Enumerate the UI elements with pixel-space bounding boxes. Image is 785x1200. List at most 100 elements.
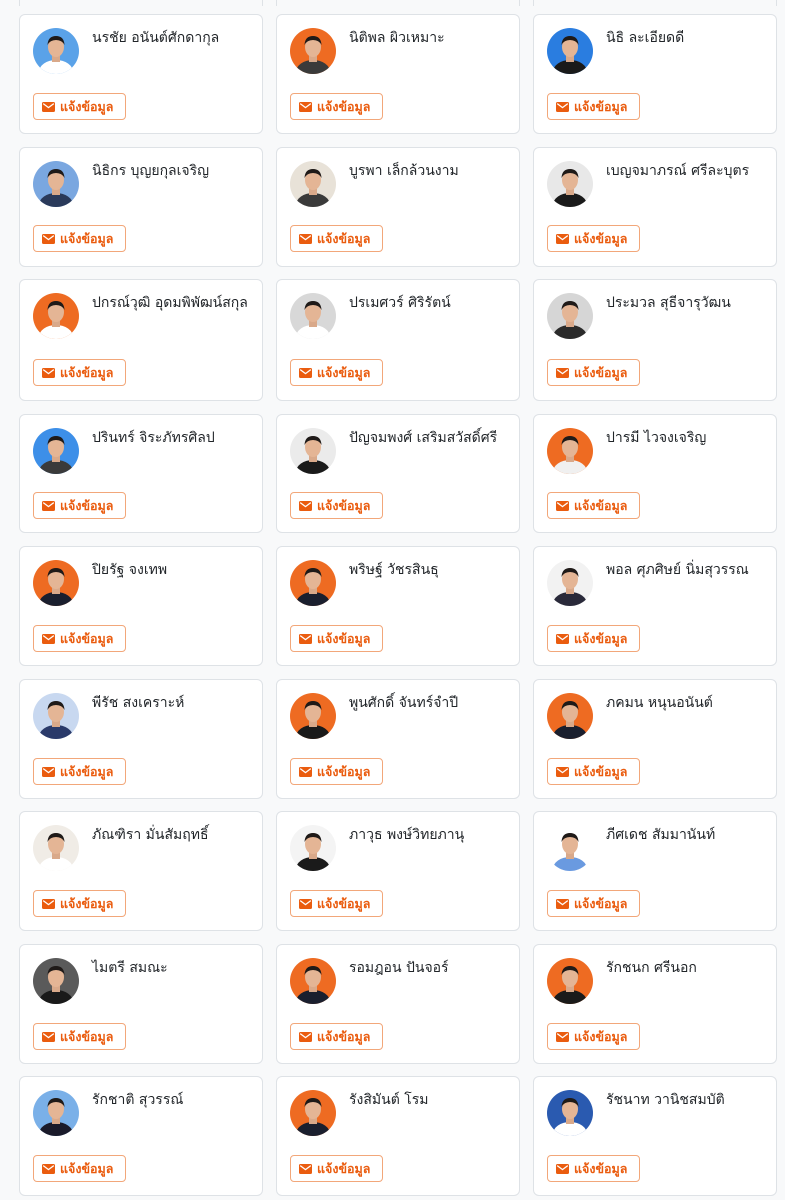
report-info-button[interactable]: แจ้งข้อมูล <box>33 93 127 120</box>
avatar[interactable] <box>33 693 79 739</box>
mail-icon <box>556 500 569 511</box>
member-name[interactable]: พีรัช สงเคราะห์ <box>92 693 254 714</box>
avatar[interactable] <box>547 825 593 871</box>
member-name[interactable]: พูนศักดิ์ จันทร์จำปี <box>349 693 511 714</box>
report-info-button[interactable]: แจ้งข้อมูล <box>547 625 641 652</box>
avatar[interactable] <box>290 958 336 1004</box>
avatar-icon <box>290 161 336 207</box>
avatar[interactable] <box>33 825 79 871</box>
report-info-button[interactable]: แจ้งข้อมูล <box>547 758 641 785</box>
report-info-button[interactable]: แจ้งข้อมูล <box>290 1155 384 1182</box>
avatar[interactable] <box>547 1090 593 1136</box>
avatar[interactable] <box>290 161 336 207</box>
member-name[interactable]: ปกรณ์วุฒิ อุดมพิพัฒน์สกุล <box>92 293 254 314</box>
report-info-button[interactable]: แจ้งข้อมูล <box>33 1155 127 1182</box>
avatar[interactable] <box>290 293 336 339</box>
report-info-button[interactable]: แจ้งข้อมูล <box>547 1155 641 1182</box>
report-info-button[interactable]: แจ้งข้อมูล <box>290 1023 384 1050</box>
report-info-label: แจ้งข้อมูล <box>317 630 371 646</box>
report-info-button[interactable]: แจ้งข้อมูล <box>290 758 384 785</box>
member-name[interactable]: รอมฎอน ปันจอร์ <box>349 958 511 979</box>
report-info-button[interactable]: แจ้งข้อมูล <box>33 492 127 519</box>
member-card: รักชาติ สุวรรณ์ แจ้งข้อมูล <box>19 1076 263 1196</box>
member-name[interactable]: นรชัย อนันต์ศักดากุล <box>92 28 254 49</box>
report-info-button[interactable]: แจ้งข้อมูล <box>33 890 127 917</box>
member-name[interactable]: ปัญจมพงศ์ เสริมสวัสดิ์ศรี <box>349 428 511 449</box>
avatar[interactable] <box>547 693 593 739</box>
member-name[interactable]: ภัณฑิรา มั่นสัมฤทธิ์ <box>92 825 254 846</box>
avatar[interactable] <box>290 28 336 74</box>
member-name[interactable]: ภีศเดช สัมมานันท์ <box>606 825 768 846</box>
mail-icon <box>556 1031 569 1042</box>
card-edge <box>276 0 520 6</box>
avatar[interactable] <box>33 161 79 207</box>
member-name[interactable]: นิติพล ผิวเหมาะ <box>349 28 511 49</box>
report-info-button[interactable]: แจ้งข้อมูล <box>547 492 641 519</box>
member-name[interactable]: ไมตรี สมณะ <box>92 958 254 979</box>
avatar[interactable] <box>33 293 79 339</box>
avatar[interactable] <box>290 693 336 739</box>
member-card: ภาวุธ พงษ์วิทยภานุ แจ้งข้อมูล <box>276 811 520 931</box>
avatar[interactable] <box>547 560 593 606</box>
member-name[interactable]: ปิยรัฐ จงเทพ <box>92 560 254 581</box>
member-card: เบญจมาภรณ์ ศรีละบุตร แจ้งข้อมูล <box>533 147 777 267</box>
avatar[interactable] <box>290 428 336 474</box>
report-info-button[interactable]: แจ้งข้อมูล <box>290 625 384 652</box>
member-name[interactable]: พอล ศุภศิษย์ นิ่มสุวรรณ <box>606 560 768 581</box>
member-name[interactable]: รังสิมันต์ โรม <box>349 1090 511 1111</box>
avatar[interactable] <box>290 1090 336 1136</box>
avatar[interactable] <box>547 428 593 474</box>
report-info-button[interactable]: แจ้งข้อมูล <box>33 758 127 785</box>
report-info-button[interactable]: แจ้งข้อมูล <box>547 1023 641 1050</box>
report-info-button[interactable]: แจ้งข้อมูล <box>290 492 384 519</box>
report-info-button[interactable]: แจ้งข้อมูล <box>33 1023 127 1050</box>
member-name[interactable]: นิธิกร บุญยกุลเจริญ <box>92 161 254 182</box>
member-name[interactable]: รักชาติ สุวรรณ์ <box>92 1090 254 1111</box>
member-card: พีรัช สงเคราะห์ แจ้งข้อมูล <box>19 679 263 799</box>
avatar[interactable] <box>33 428 79 474</box>
report-info-label: แจ้งข้อมูล <box>574 230 628 246</box>
avatar[interactable] <box>290 825 336 871</box>
report-info-button[interactable]: แจ้งข้อมูล <box>290 359 384 386</box>
member-card: ภีศเดช สัมมานันท์ แจ้งข้อมูล <box>533 811 777 931</box>
member-name[interactable]: ปรเมศวร์ ศิริรัตน์ <box>349 293 511 314</box>
member-name[interactable]: ภคมน หนุนอนันต์ <box>606 693 768 714</box>
report-info-label: แจ้งข้อมูล <box>574 497 628 513</box>
report-info-button[interactable]: แจ้งข้อมูล <box>547 359 641 386</box>
report-info-button[interactable]: แจ้งข้อมูล <box>290 890 384 917</box>
report-info-button[interactable]: แจ้งข้อมูล <box>33 625 127 652</box>
report-info-label: แจ้งข้อมูล <box>60 497 114 513</box>
avatar[interactable] <box>547 161 593 207</box>
avatar[interactable] <box>547 293 593 339</box>
avatar[interactable] <box>33 958 79 1004</box>
member-card: รัชนาท วานิชสมบัติ แจ้งข้อมูล <box>533 1076 777 1196</box>
member-name[interactable]: ภาวุธ พงษ์วิทยภานุ <box>349 825 511 846</box>
member-name[interactable]: รัชนาท วานิชสมบัติ <box>606 1090 768 1111</box>
avatar[interactable] <box>547 958 593 1004</box>
member-card: ภัณฑิรา มั่นสัมฤทธิ์ แจ้งข้อมูล <box>19 811 263 931</box>
report-info-button[interactable]: แจ้งข้อมูล <box>33 359 127 386</box>
member-name[interactable]: เบญจมาภรณ์ ศรีละบุตร <box>606 161 768 182</box>
member-name[interactable]: ปารมี ไวจงเจริญ <box>606 428 768 449</box>
avatar[interactable] <box>33 28 79 74</box>
avatar-icon <box>547 428 593 474</box>
member-name[interactable]: บูรพา เล็กล้วนงาม <box>349 161 511 182</box>
report-info-button[interactable]: แจ้งข้อมูล <box>290 225 384 252</box>
avatar[interactable] <box>290 560 336 606</box>
report-info-button[interactable]: แจ้งข้อมูล <box>547 225 641 252</box>
member-card: ปรเมศวร์ ศิริรัตน์ แจ้งข้อมูล <box>276 279 520 401</box>
report-info-button[interactable]: แจ้งข้อมูล <box>547 93 641 120</box>
avatar[interactable] <box>33 1090 79 1136</box>
report-info-button[interactable]: แจ้งข้อมูล <box>290 93 384 120</box>
avatar[interactable] <box>33 560 79 606</box>
member-name[interactable]: นิธิ ละเอียดดี <box>606 28 768 49</box>
member-name[interactable]: ประมวล สุธีจารุวัฒน <box>606 293 768 314</box>
report-info-label: แจ้งข้อมูล <box>317 763 371 779</box>
avatar[interactable] <box>547 28 593 74</box>
report-info-button[interactable]: แจ้งข้อมูล <box>547 890 641 917</box>
avatar-icon <box>33 293 79 339</box>
report-info-button[interactable]: แจ้งข้อมูล <box>33 225 127 252</box>
member-name[interactable]: พริษฐ์ วัชรสินธุ <box>349 560 511 581</box>
member-name[interactable]: ปรินทร์ จิระภัทรศิลป <box>92 428 254 449</box>
member-name[interactable]: รักชนก ศรีนอก <box>606 958 768 979</box>
